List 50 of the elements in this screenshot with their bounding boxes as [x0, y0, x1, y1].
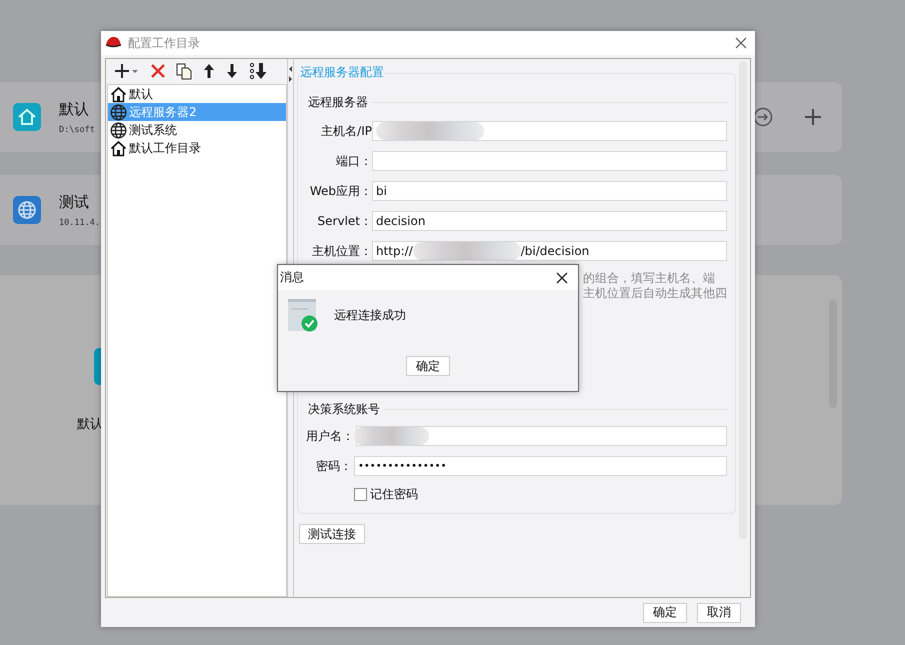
house-icon	[110, 140, 127, 156]
input-field[interactable]	[372, 121, 727, 141]
move-down-icon[interactable]	[226, 63, 238, 79]
workspace-path: 10.11.4.	[59, 218, 100, 228]
field-label: 主机名/IP	[320, 122, 372, 140]
input-field[interactable]	[356, 426, 727, 446]
close-icon[interactable]	[735, 37, 747, 49]
dialog-button[interactable]: 确定	[643, 602, 687, 622]
input-field[interactable]: decision	[372, 211, 727, 231]
section-title: 决策系统账号	[308, 401, 380, 418]
tree-item[interactable]: 测试系统	[108, 121, 286, 139]
hat-icon	[105, 36, 122, 50]
delete-icon[interactable]	[151, 64, 165, 78]
sort-down-icon[interactable]	[249, 62, 267, 80]
field-label: 端口：	[335, 152, 372, 170]
window-title: 配置工作目录	[128, 34, 200, 52]
field-label: 主机位置：	[311, 242, 372, 260]
group-title: 远程服务器配置	[300, 64, 384, 81]
add-icon[interactable]	[114, 63, 140, 79]
input-field[interactable]	[372, 151, 727, 171]
field-label: 用户名：	[306, 428, 355, 444]
checkbox-label: 记住密码	[370, 486, 418, 503]
dialog-button[interactable]: 取消	[697, 602, 741, 622]
tree-item[interactable]: 默认工作目录	[108, 139, 286, 157]
test-connection-button[interactable]: 测试连接	[299, 524, 365, 544]
workspace-name: 默认	[59, 100, 90, 118]
field-label: 密码：	[316, 458, 353, 474]
globe-icon	[110, 122, 127, 138]
copy-icon[interactable]	[176, 62, 192, 80]
success-icon	[288, 299, 318, 332]
input-field[interactable]: http:// /bi/decision	[372, 241, 727, 261]
field-label: Servlet：	[316, 212, 372, 230]
workspace-name: 测试	[59, 192, 90, 212]
collapse-arrows-icon[interactable]	[288, 65, 293, 83]
hint-text: 的组合，填写主机名、端	[583, 271, 716, 286]
message-title: 消息	[280, 269, 304, 286]
checkbox[interactable]	[354, 488, 367, 501]
globe-icon	[110, 104, 127, 120]
hint-text: 主机位置后自动生成其他四	[583, 286, 727, 301]
tree-item[interactable]: 默认	[108, 85, 286, 103]
input-field[interactable]: bi	[372, 181, 727, 201]
field-label: Web应用：	[308, 182, 372, 200]
section-title: 远程服务器	[308, 94, 368, 111]
move-up-icon[interactable]	[203, 63, 215, 79]
close-icon[interactable]	[556, 272, 568, 284]
password-field[interactable]: •••••••••••••••	[354, 456, 727, 476]
enter-icon[interactable]	[752, 106, 774, 128]
message-text: 远程连接成功	[334, 307, 406, 324]
workspace-path: D:\soft	[59, 124, 95, 134]
ok-button[interactable]: 确定	[406, 356, 450, 376]
